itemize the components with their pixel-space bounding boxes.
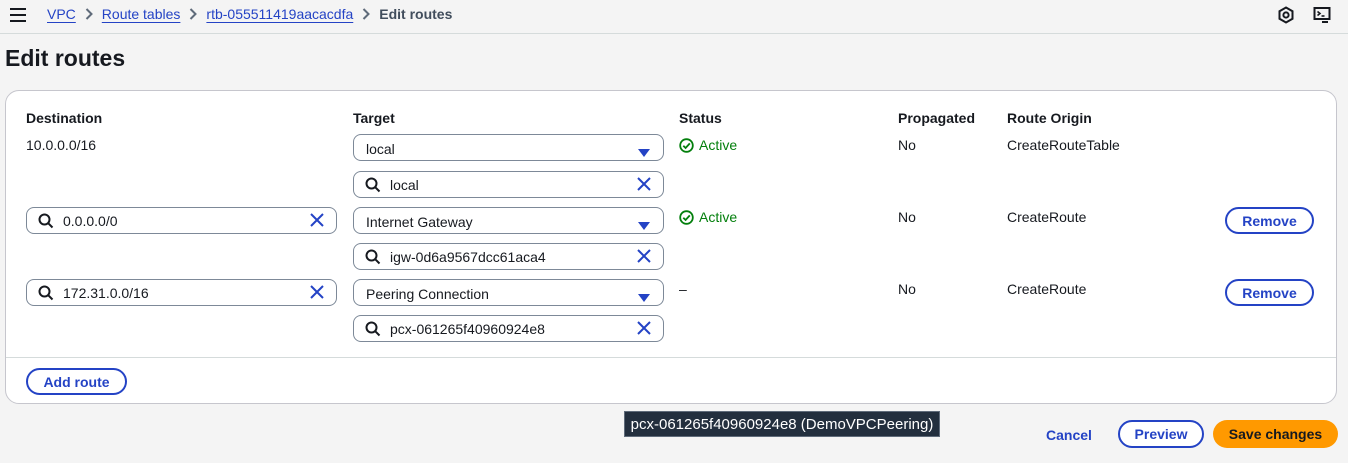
add-route-button[interactable]: Add route [26,368,127,395]
column-header-target: Target [353,110,395,126]
status-text: Active [699,137,738,153]
divider [6,357,1336,358]
target-search-input[interactable]: local [353,171,664,198]
chevron-right-icon [362,8,371,20]
search-icon [38,285,54,304]
target-search-value: local [390,177,419,193]
hexagon-settings-icon[interactable] [1277,6,1295,24]
destination-value: 172.31.0.0/16 [63,285,149,301]
target-search-input[interactable]: pcx-061265f40960924e8 [353,315,664,342]
route-origin-value: CreateRoute [1007,209,1087,225]
column-header-destination: Destination [26,110,103,126]
breadcrumb-route-table-id[interactable]: rtb-055511419aacacdfa [206,6,353,22]
target-search-value: igw-0d6a9567dcc61aca4 [390,249,546,265]
check-circle-icon [679,137,694,153]
close-icon[interactable] [637,249,651,266]
save-changes-button[interactable]: Save changes [1213,420,1338,448]
close-icon[interactable] [637,321,651,338]
caret-down-icon [638,144,650,160]
close-icon[interactable] [310,213,324,230]
propagated-value: No [898,137,916,153]
target-search-input[interactable]: igw-0d6a9567dcc61aca4 [353,243,664,270]
cloudshell-icon[interactable] [1313,6,1331,24]
routes-panel: Destination Target Status Propagated Rou… [5,90,1337,404]
status-text: Active [699,209,738,225]
search-icon [365,249,381,268]
menu-icon[interactable] [10,8,26,22]
target-search-value: pcx-061265f40960924e8 [390,321,545,337]
target-type-value: local [366,141,395,157]
destination-input[interactable]: 0.0.0.0/0 [26,207,337,234]
cancel-button[interactable]: Cancel [1046,427,1092,443]
search-icon [365,321,381,340]
status-badge: Active [679,209,737,225]
breadcrumb: VPC Route tables rtb-055511419aacacdfa E… [47,6,452,22]
target-tooltip: pcx-061265f40960924e8 (DemoVPCPeering) [624,411,940,437]
caret-down-icon [638,217,650,233]
breadcrumb-route-tables[interactable]: Route tables [102,6,181,22]
status-text: – [679,281,687,297]
preview-button[interactable]: Preview [1118,420,1204,448]
propagated-value: No [898,281,916,297]
close-icon[interactable] [637,177,651,194]
column-header-route-origin: Route Origin [1007,110,1092,126]
status-badge: Active [679,137,737,153]
route-origin-value: CreateRoute [1007,281,1087,297]
target-type-select[interactable]: local [353,134,664,161]
chevron-right-icon [85,8,93,20]
chevron-right-icon [189,8,198,20]
target-type-select[interactable]: Peering Connection [353,279,664,306]
column-header-status: Status [679,110,722,126]
caret-down-icon [638,289,650,305]
top-bar: VPC Route tables rtb-055511419aacacdfa E… [0,0,1348,34]
page-title: Edit routes [5,45,126,71]
breadcrumb-current: Edit routes [379,6,453,22]
destination-input[interactable]: 172.31.0.0/16 [26,279,337,306]
destination-value: 0.0.0.0/0 [63,213,118,229]
target-type-value: Internet Gateway [366,214,473,230]
route-origin-value: CreateRouteTable [1007,137,1120,153]
target-type-value: Peering Connection [366,286,489,302]
search-icon [365,177,381,196]
route-destination: 10.0.0.0/16 [26,137,97,153]
propagated-value: No [898,209,916,225]
check-circle-icon [679,209,694,225]
breadcrumb-vpc[interactable]: VPC [47,6,76,22]
target-type-select[interactable]: Internet Gateway [353,207,664,234]
remove-route-button[interactable]: Remove [1225,279,1314,306]
column-header-propagated: Propagated [898,110,976,126]
close-icon[interactable] [310,285,324,302]
search-icon [38,213,54,232]
remove-route-button[interactable]: Remove [1225,207,1314,234]
